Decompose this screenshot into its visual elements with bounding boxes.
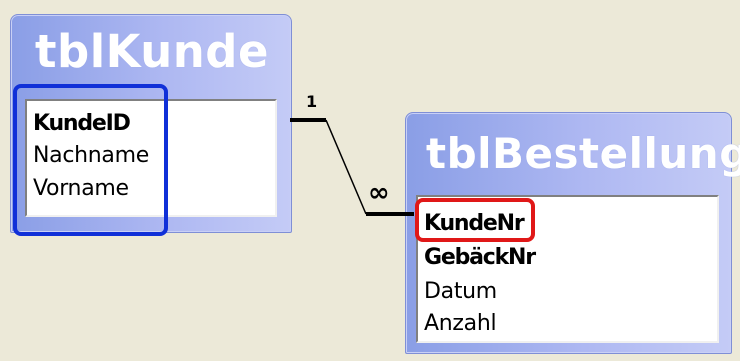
primary-key-highlight-blue	[13, 84, 168, 236]
foreign-key-highlight-red	[415, 198, 535, 242]
relationship-one-label: 1	[306, 92, 318, 111]
relationship-many-label: ∞	[368, 178, 390, 208]
relationships-canvas: tblKunde KundeID Nachname Vorname tblBes…	[0, 0, 740, 361]
